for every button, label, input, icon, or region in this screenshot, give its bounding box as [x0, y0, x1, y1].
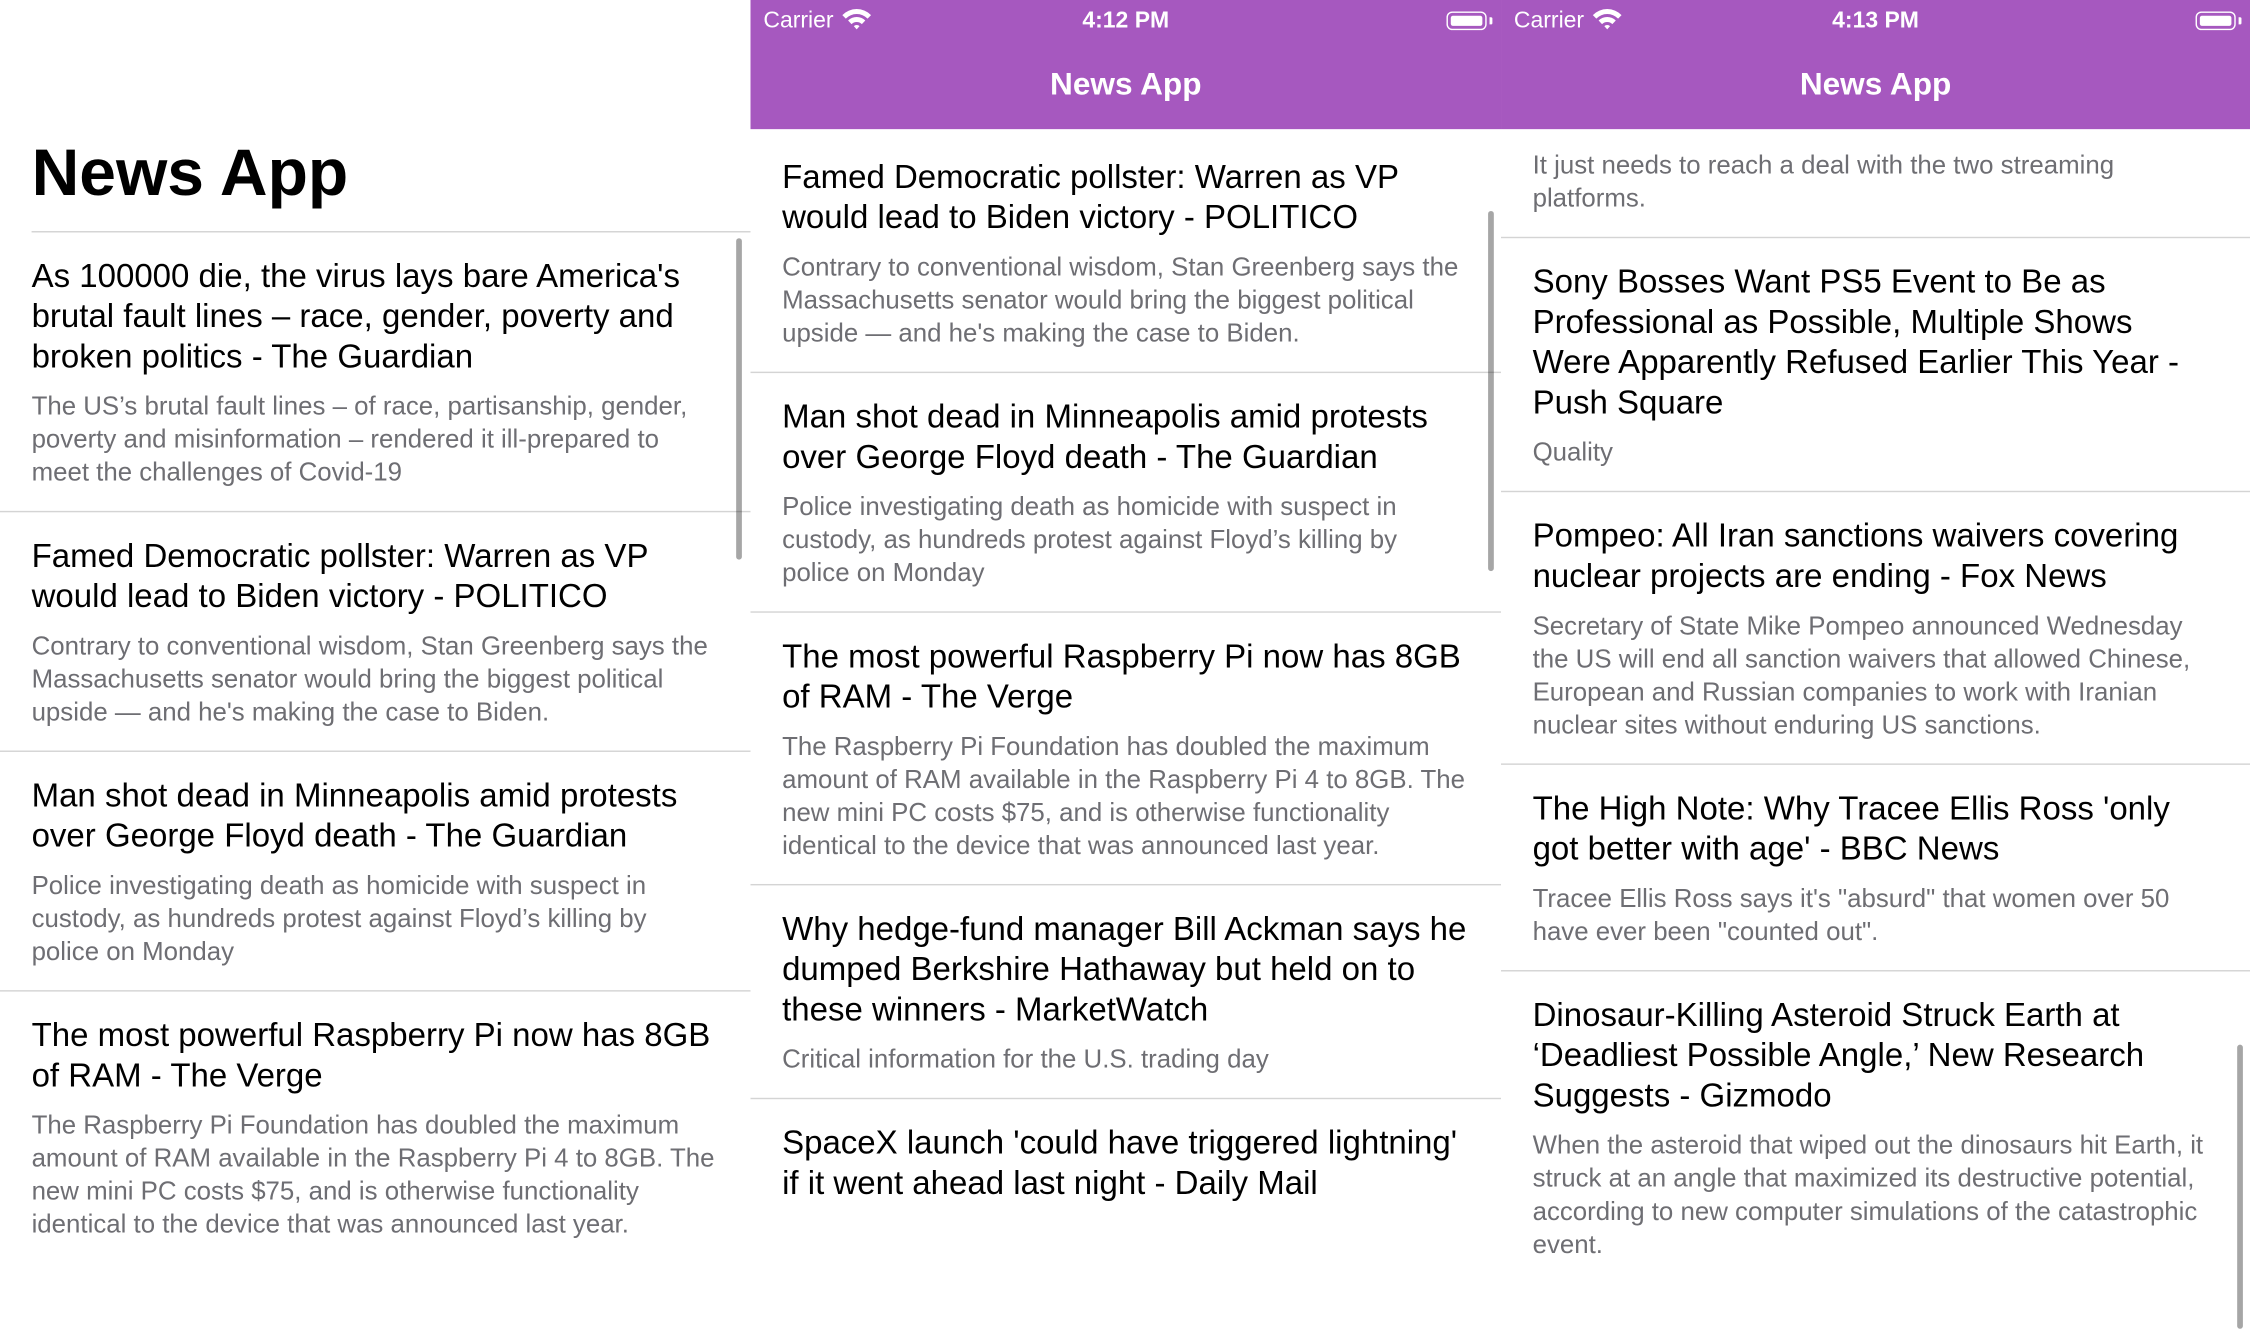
article-description: Secretary of State Mike Pompeo announced… [1532, 611, 2191, 740]
article-headline: The most powerful Raspberry Pi now has 8… [782, 637, 1461, 715]
panel-scrolled-1: Famed Democratic pollster: Warren as VP … [750, 0, 1502, 1340]
large-title: News App [31, 134, 349, 210]
article-headline: The High Note: Why Tracee Ellis Ross 'on… [1532, 789, 2170, 867]
article-description: Tracee Ellis Ross says it's "absurd" tha… [1532, 883, 2170, 946]
article-headline: As 100000 die, the virus lays bare Ameri… [31, 256, 680, 375]
battery-icon [1446, 11, 1493, 31]
scroll-indicator[interactable] [736, 238, 742, 560]
list-item[interactable]: Man shot dead in Minneapolis amid protes… [750, 373, 1502, 613]
article-description: Police investigating death as homicide w… [31, 871, 647, 966]
article-description: Critical information for the U.S. tradin… [782, 1044, 1269, 1074]
panel-large-title: News App As 100000 die, the virus lays b… [0, 0, 751, 1340]
list-item[interactable]: The most powerful Raspberry Pi now has 8… [0, 992, 751, 1263]
clock: 4:13 PM [1832, 8, 1919, 34]
article-description: Contrary to conventional wisdom, Stan Gr… [782, 252, 1459, 348]
article-headline: Famed Democratic pollster: Warren as VP … [31, 536, 648, 615]
list-item[interactable]: Sony Bosses Want PS5 Event to Be as Prof… [1501, 238, 2250, 493]
scroll-indicator[interactable] [2237, 1044, 2243, 1329]
list-item[interactable]: The most powerful Raspberry Pi now has 8… [750, 613, 1502, 886]
list-item[interactable]: Famed Democratic pollster: Warren as VP … [750, 133, 1502, 374]
screenshot-stage: News App As 100000 die, the virus lays b… [0, 0, 2250, 1340]
article-headline: Pompeo: All Iran sanctions waivers cover… [1532, 516, 2179, 595]
article-description: Police investigating death as homicide w… [782, 492, 1398, 587]
article-description: Quality [1532, 437, 1613, 467]
article-list[interactable]: As 100000 die, the virus lays bare Ameri… [0, 232, 751, 1262]
article-headline: SpaceX launch 'could have triggered ligh… [782, 1123, 1458, 1202]
nav-title: News App [1799, 66, 1952, 102]
article-description: When the asteroid that wiped out the din… [1532, 1130, 2204, 1259]
article-description: The US’s brutal fault lines – of race, p… [31, 391, 688, 487]
navigation-bar: Carrier 4:13 PM News App [1501, 0, 2250, 130]
navigation-bar: Carrier 4:12 PM News App [750, 0, 1502, 130]
status-bar: Carrier 4:12 PM [751, 0, 1502, 43]
scroll-indicator[interactable] [1488, 210, 1494, 572]
article-headline: Man shot dead in Minneapolis amid protes… [782, 397, 1428, 475]
article-description: The Raspberry Pi Foundation has doubled … [782, 731, 1466, 860]
list-item[interactable]: Why hedge-fund manager Bill Ackman says … [750, 885, 1502, 1100]
list-item[interactable]: The High Note: Why Tracee Ellis Ross 'on… [1501, 765, 2250, 972]
article-headline: Dinosaur-Killing Asteroid Struck Earth a… [1532, 995, 2145, 1114]
article-headline: The most powerful Raspberry Pi now has 8… [31, 1015, 711, 1094]
clock: 4:12 PM [1082, 8, 1170, 34]
article-headline: Why hedge-fund manager Bill Ackman says … [782, 909, 1467, 1028]
list-item[interactable]: It just needs to reach a deal with the t… [1501, 129, 2250, 239]
nav-title: News App [1050, 66, 1202, 102]
article-description: The Raspberry Pi Foundation has doubled … [31, 1110, 715, 1239]
article-list[interactable]: It just needs to reach a deal with the t… [1501, 129, 2250, 1283]
battery-icon [2195, 11, 2242, 31]
article-headline: Man shot dead in Minneapolis amid protes… [31, 776, 678, 854]
article-description: It just needs to reach a deal with the t… [1532, 150, 2115, 213]
list-item[interactable]: Dinosaur-Killing Asteroid Struck Earth a… [1501, 971, 2250, 1282]
list-item[interactable]: Pompeo: All Iran sanctions waivers cover… [1501, 492, 2250, 765]
list-item[interactable]: SpaceX launch 'could have triggered ligh… [751, 1099, 1502, 1224]
article-list[interactable]: Famed Democratic pollster: Warren as VP … [750, 133, 1502, 1224]
status-bar: Carrier 4:13 PM [1501, 0, 2250, 43]
list-item[interactable]: Famed Democratic pollster: Warren as VP … [0, 512, 751, 752]
article-headline: Sony Bosses Want PS5 Event to Be as Prof… [1532, 262, 2179, 421]
article-description: Contrary to conventional wisdom, Stan Gr… [31, 631, 708, 727]
panel-scrolled-2: It just needs to reach a deal with the t… [1501, 0, 2250, 1340]
list-item[interactable]: As 100000 die, the virus lays bare Ameri… [0, 232, 751, 513]
article-headline: Famed Democratic pollster: Warren as VP … [782, 157, 1399, 236]
list-item[interactable]: Man shot dead in Minneapolis amid protes… [0, 752, 751, 992]
